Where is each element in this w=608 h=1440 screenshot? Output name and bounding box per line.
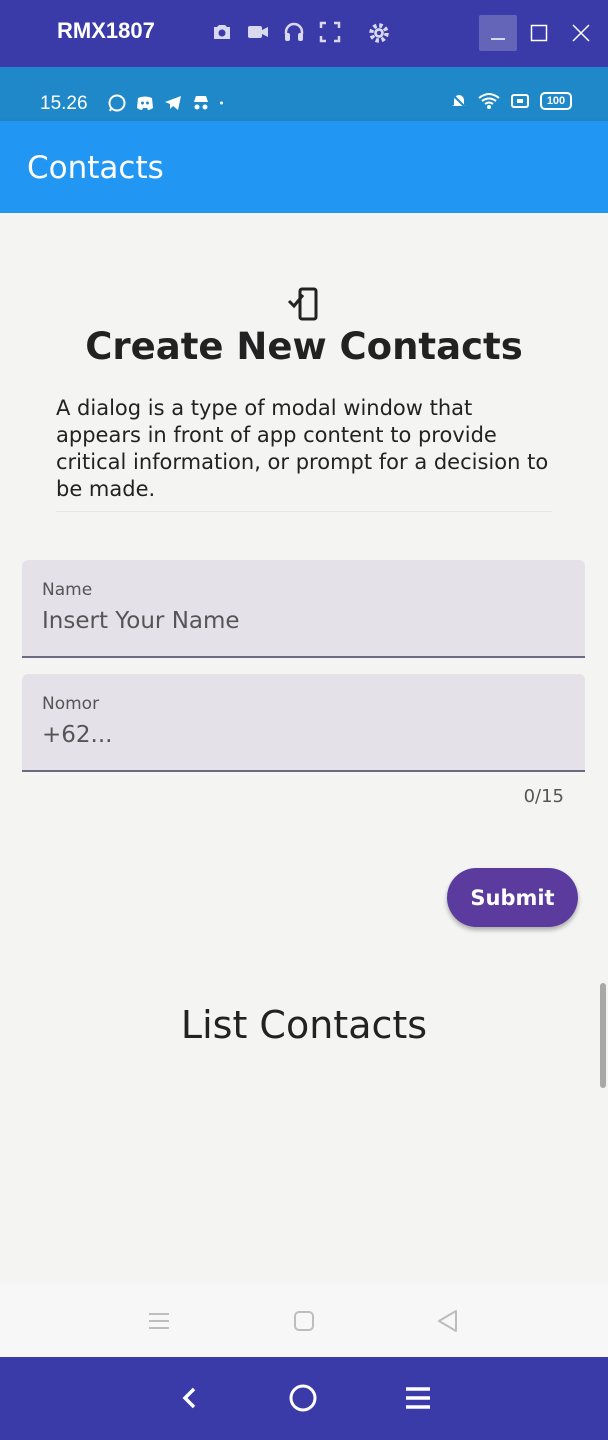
telegram-icon [165,96,181,110]
status-time: 15.26 [40,93,88,114]
dot-icon [220,101,223,105]
menu-icon[interactable] [146,1308,172,1334]
chevron-left-icon[interactable] [175,1383,205,1413]
wifi-icon [478,93,500,109]
window-bottom-bar [0,1357,608,1440]
android-nav-bar [0,1284,608,1357]
character-counter: 0/15 [523,786,564,807]
notification-icons [107,93,229,113]
scrollbar[interactable] [600,983,606,1088]
back-icon[interactable] [435,1308,461,1334]
battery-icon: 100 [540,92,572,110]
camera-icon[interactable] [210,20,234,44]
app-title: Contacts [27,150,164,186]
sim-icon [511,94,529,108]
name-field-label: Name [42,580,93,600]
system-icons: 100 [450,92,572,110]
page-heading: Create New Contacts [85,325,523,368]
main-content: Create New Contacts A dialog is a type o… [0,213,608,1284]
minimize-button[interactable] [479,15,517,51]
window-tools [210,20,342,44]
phone-check-icon [286,286,322,322]
hamburger-icon[interactable] [403,1383,433,1413]
number-field[interactable]: Nomor [22,674,585,772]
headphones-icon[interactable] [282,20,306,44]
name-field[interactable]: Name [22,560,585,658]
window-title: RMX1807 [57,18,155,43]
list-heading: List Contacts [180,1003,428,1047]
close-button[interactable] [562,15,600,51]
whatsapp-icon [108,94,126,112]
window-title-bar: RMX1807 [0,0,608,67]
incognito-icon [194,96,208,110]
circle-home-icon[interactable] [288,1383,318,1413]
divider [56,511,552,512]
mute-icon [451,93,467,109]
maximize-button[interactable] [520,15,558,51]
discord-icon [137,96,153,110]
home-icon[interactable] [291,1308,317,1334]
number-field-label: Nomor [42,694,100,714]
fullscreen-icon[interactable] [318,20,342,44]
number-input[interactable] [42,722,562,748]
app-bar: Contacts [0,121,608,213]
gear-icon[interactable] [366,20,392,46]
status-bar: 15.26 100 [0,67,608,121]
name-input[interactable] [42,608,562,634]
video-icon[interactable] [246,20,270,44]
description-text: A dialog is a type of modal window that … [56,396,549,501]
submit-button[interactable]: Submit [447,868,578,927]
